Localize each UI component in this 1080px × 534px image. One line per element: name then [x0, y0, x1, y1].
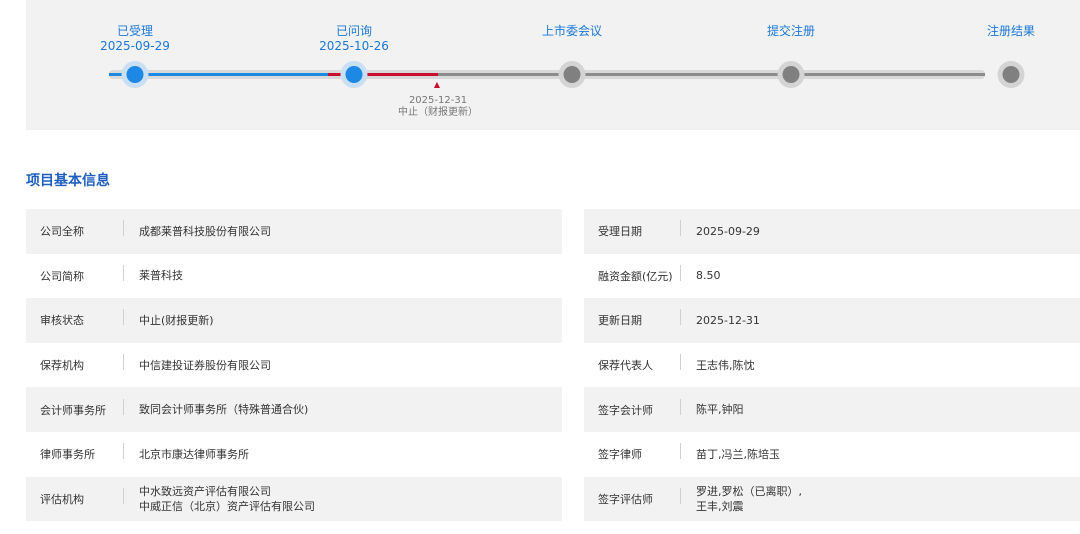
row-label: 签字律师	[584, 443, 681, 462]
stage-node-inquired	[340, 61, 368, 88]
progress-track-pending	[438, 73, 985, 76]
row-label: 公司简称	[26, 264, 124, 284]
row-value-multiline: 中水致远资产评估有限公司 中威正信（北京）资产评估有限公司	[124, 484, 315, 514]
row-label: 评估机构	[26, 487, 124, 507]
stage-date: 2025-10-26	[319, 39, 389, 53]
row-value: 致同会计师事务所（特殊普通合伙)	[139, 403, 309, 417]
row-value: 北京市康达律师事务所	[139, 447, 249, 461]
stage-node-registration-result	[997, 61, 1025, 88]
stage-listing-committee: 上市委会议	[542, 24, 602, 39]
stage-name: 上市委会议	[541, 24, 603, 38]
row-label: 签字会计师	[584, 398, 681, 418]
table-row: 受理日期 2025-09-29	[584, 209, 1080, 254]
table-row: 公司简称 莱普科技	[26, 254, 562, 299]
table-row: 更新日期 2025-12-31	[584, 298, 1080, 343]
row-value: 苗丁,冯兰,陈培玉	[696, 447, 780, 461]
table-row: 评估机构 中水致远资产评估有限公司 中威正信（北京）资产评估有限公司	[26, 476, 562, 522]
stage-node-listing-committee	[558, 61, 586, 88]
table-row: 会计师事务所 致同会计师事务所（特殊普通合伙)	[26, 387, 562, 432]
row-value: 中信建投证券股份有限公司	[139, 358, 271, 372]
row-value-line: 罗进,罗松（已离职）,	[696, 484, 802, 498]
suspend-marker-icon: ▲	[433, 80, 441, 89]
row-label: 审核状态	[26, 309, 124, 328]
row-value: 莱普科技	[139, 269, 183, 283]
stage-node-accepted	[121, 61, 149, 88]
row-value: 2025-12-31	[696, 313, 760, 327]
row-value-line: 王丰,刘震	[696, 499, 744, 513]
row-value: 成都莱普科技股份有限公司	[139, 224, 271, 238]
row-value: 8.50	[696, 269, 721, 283]
info-table-right: 受理日期 2025-09-29 融资金额(亿元) 8.50 更新日期 2025-12-…	[584, 209, 1080, 522]
row-label: 会计师事务所	[26, 398, 124, 418]
table-row: 公司全称 成都莱普科技股份有限公司	[26, 209, 562, 254]
row-label: 更新日期	[584, 309, 681, 328]
table-row: 审核状态 中止(财报更新)	[26, 298, 562, 343]
stage-name: 已受理	[116, 24, 153, 38]
row-label: 公司全称	[26, 220, 124, 239]
stage-name: 已问询	[335, 24, 372, 38]
stage-date: 2025-09-29	[100, 39, 170, 53]
table-row: 律师事务所 北京市康达律师事务所	[26, 432, 562, 477]
stage-node-submit-registration	[777, 61, 805, 88]
row-value: 中止(财报更新)	[139, 313, 214, 327]
suspend-note: 2025-12-31 中止（财报更新）	[398, 95, 478, 119]
stage-submit-registration: 提交注册	[767, 24, 815, 39]
suspend-date: 2025-12-31	[408, 95, 468, 106]
row-value: 王志伟,陈忱	[696, 358, 755, 372]
row-label: 保荐代表人	[584, 354, 681, 373]
row-value-line: 中威正信（北京）资产评估有限公司	[139, 499, 315, 513]
table-row: 保荐机构 中信建投证券股份有限公司	[26, 343, 562, 388]
stage-accepted: 已受理 2025-09-29	[100, 24, 170, 54]
row-value: 2025-09-29	[696, 224, 760, 238]
table-row: 签字律师 苗丁,冯兰,陈培玉	[584, 432, 1080, 477]
row-label: 保荐机构	[26, 354, 124, 373]
review-progress-panel	[26, 0, 1080, 130]
stage-name: 注册结果	[986, 24, 1036, 38]
stage-inquired: 已问询 2025-10-26	[319, 24, 389, 54]
stage-name: 提交注册	[766, 24, 816, 38]
suspend-label: 中止（财报更新）	[398, 107, 478, 118]
table-row: 融资金额(亿元) 8.50	[584, 254, 1080, 299]
row-label: 律师事务所	[26, 443, 124, 462]
section-title: 项目基本信息	[26, 173, 110, 189]
row-label: 融资金额(亿元)	[584, 264, 681, 284]
table-row: 签字会计师 陈平,钟阳	[584, 387, 1080, 432]
row-label: 受理日期	[584, 220, 681, 239]
table-row: 保荐代表人 王志伟,陈忱	[584, 343, 1080, 388]
row-label: 签字评估师	[584, 487, 681, 507]
row-value: 陈平,钟阳	[696, 403, 744, 417]
info-table-left: 公司全称 成都莱普科技股份有限公司 公司简称 莱普科技 审核状态 中止(财报更新) 保…	[26, 209, 562, 522]
row-value-multiline: 罗进,罗松（已离职）, 王丰,刘震	[681, 484, 802, 514]
row-value-line: 中水致远资产评估有限公司	[139, 484, 271, 498]
table-row: 签字评估师 罗进,罗松（已离职）, 王丰,刘震	[584, 476, 1080, 522]
stage-registration-result: 注册结果	[987, 24, 1035, 39]
